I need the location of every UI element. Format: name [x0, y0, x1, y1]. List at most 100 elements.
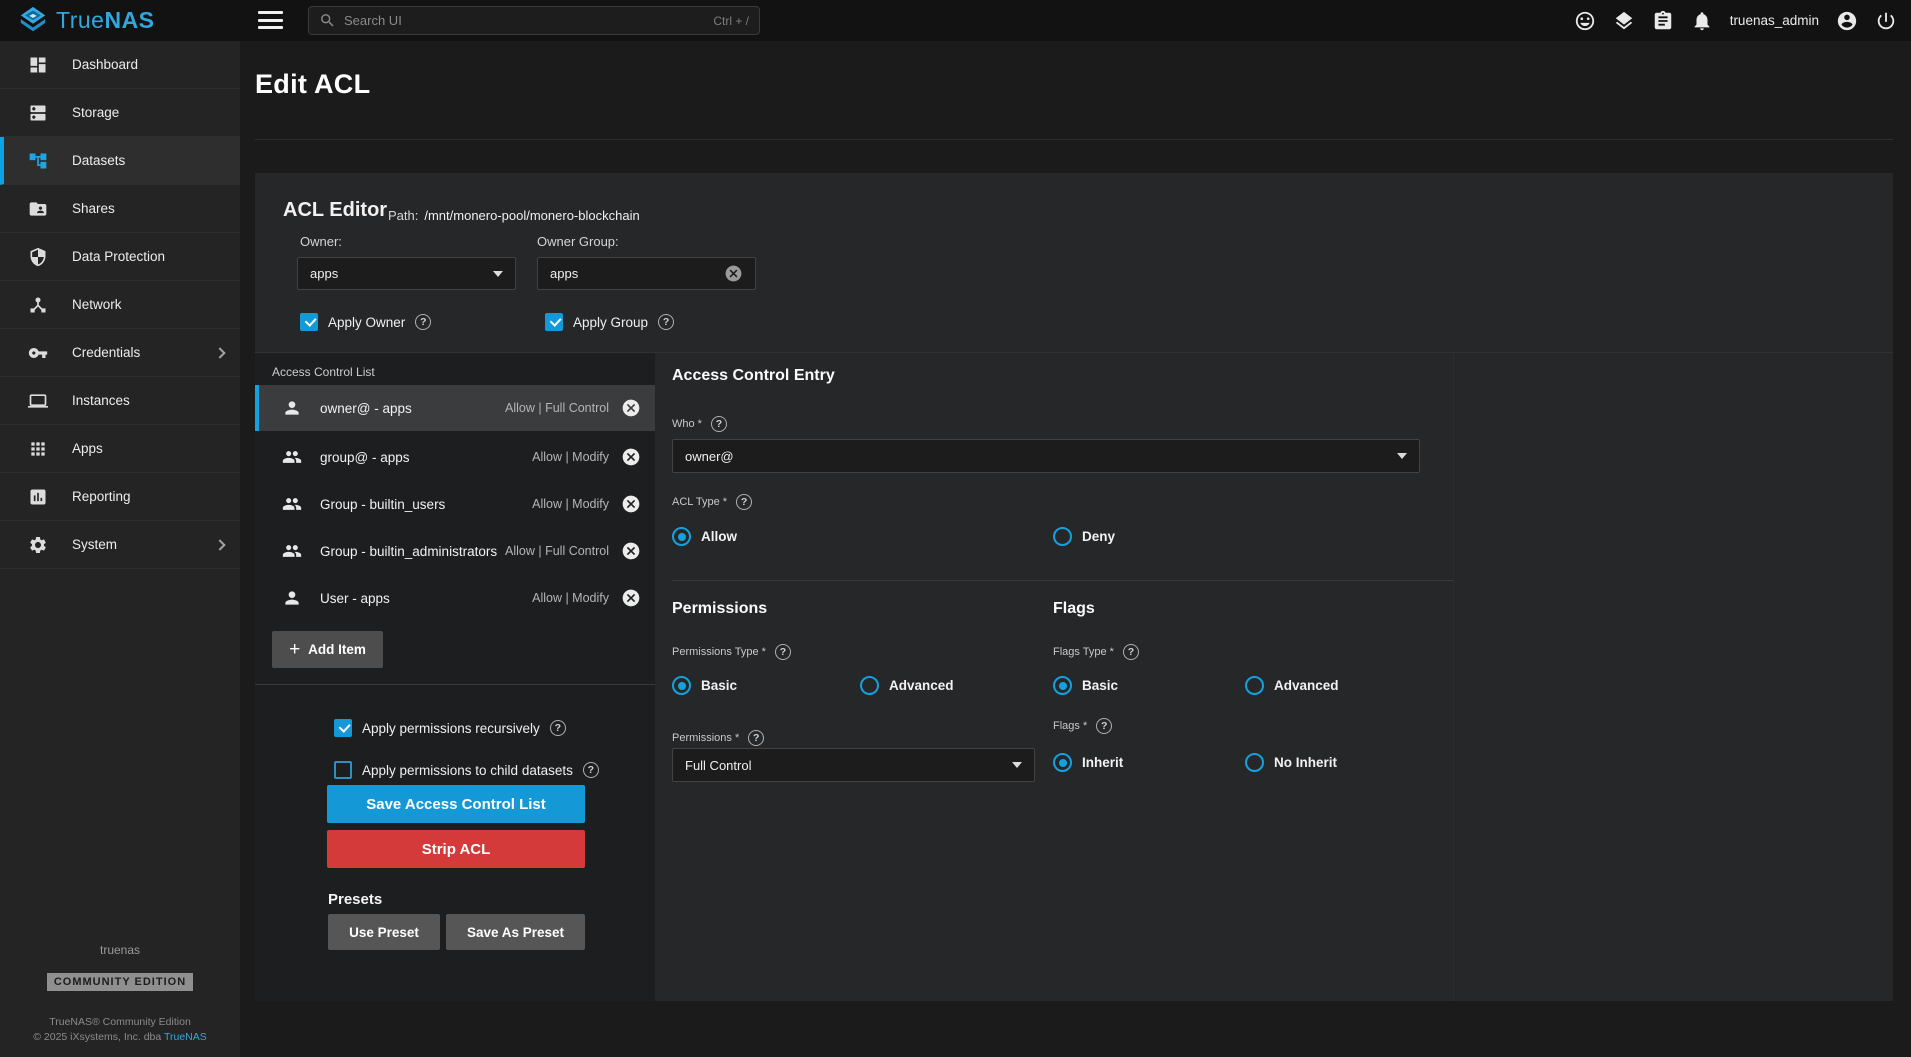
search-shortcut-hint: Ctrl + / [713, 14, 749, 28]
acl-type-allow-radio[interactable]: Allow [672, 527, 737, 546]
acl-entry-row[interactable]: User - apps Allow | Modify [255, 575, 655, 621]
help-icon[interactable]: ? [748, 730, 764, 746]
help-icon[interactable]: ? [736, 494, 752, 510]
flags-type-advanced-radio[interactable]: Advanced [1245, 676, 1339, 695]
apply-to-children-checkbox[interactable] [334, 761, 352, 779]
delete-entry-icon[interactable] [621, 398, 641, 418]
sidebar-item-reporting[interactable]: Reporting [0, 473, 240, 521]
owner-group-input[interactable]: apps [537, 257, 756, 290]
radio-icon [1245, 676, 1264, 695]
acl-entry-summary: Allow | Modify [532, 591, 609, 605]
network-hub-icon [28, 295, 48, 315]
help-icon[interactable]: ? [550, 720, 566, 736]
sidebar-item-storage[interactable]: Storage [0, 89, 240, 137]
acl-entry-row[interactable]: owner@ - apps Allow | Full Control [255, 385, 655, 431]
group-icon [282, 494, 302, 514]
flags-no-inherit-radio[interactable]: No Inherit [1245, 753, 1337, 772]
apply-owner-row: Apply Owner ? [300, 313, 431, 331]
who-select[interactable]: owner@ [672, 439, 1420, 473]
acl-editor-card: ACL Editor Path:/mnt/monero-pool/monero-… [255, 173, 1893, 1001]
help-icon[interactable]: ? [415, 314, 431, 330]
delete-entry-icon[interactable] [621, 588, 641, 608]
sidebar-item-network[interactable]: Network [0, 281, 240, 329]
username-label: truenas_admin [1730, 13, 1819, 28]
plus-icon: + [289, 640, 300, 659]
strip-acl-button[interactable]: Strip ACL [327, 830, 585, 868]
group-icon [282, 541, 302, 561]
flags-type-basic-radio[interactable]: Basic [1053, 676, 1118, 695]
truenas-logo[interactable]: TrueNAS [18, 5, 155, 35]
sidebar-item-shares[interactable]: Shares [0, 185, 240, 233]
save-as-preset-button[interactable]: Save As Preset [446, 914, 585, 950]
permissions-type-basic-radio[interactable]: Basic [672, 676, 737, 695]
help-icon[interactable]: ? [583, 762, 599, 778]
sidebar-toggle-hamburger-icon[interactable] [258, 11, 283, 29]
delete-entry-icon[interactable] [621, 494, 641, 514]
acl-type-deny-radio[interactable]: Deny [1053, 527, 1115, 546]
person-icon [282, 398, 302, 418]
delete-entry-icon[interactable] [621, 447, 641, 467]
truecommand-layers-icon[interactable] [1613, 10, 1635, 32]
footer-edition-line: TrueNAS® Community Edition [0, 1015, 240, 1030]
jobs-clipboard-icon[interactable] [1652, 10, 1674, 32]
flags-inherit-radio[interactable]: Inherit [1053, 753, 1123, 772]
global-search[interactable]: Ctrl + / [308, 6, 760, 35]
help-icon[interactable]: ? [1096, 718, 1112, 734]
hostname-label: truenas [0, 943, 240, 957]
sidebar-item-instances[interactable]: Instances [0, 377, 240, 425]
feedback-smiley-icon[interactable] [1574, 10, 1596, 32]
flags-label: Flags *? [1053, 718, 1112, 734]
apply-group-checkbox[interactable] [545, 313, 563, 331]
help-icon[interactable]: ? [658, 314, 674, 330]
permissions-select[interactable]: Full Control [672, 748, 1035, 782]
help-icon[interactable]: ? [1123, 644, 1139, 660]
shares-folder-icon [28, 199, 48, 219]
brand-text: TrueNAS [56, 7, 155, 34]
sidebar-item-credentials[interactable]: Credentials [0, 329, 240, 377]
apply-group-label: Apply Group [573, 315, 648, 330]
sidebar-item-data-protection[interactable]: Data Protection [0, 233, 240, 281]
user-avatar-icon[interactable] [1836, 10, 1858, 32]
apply-recursively-checkbox[interactable] [334, 719, 352, 737]
permissions-title: Permissions [672, 600, 767, 618]
add-item-button[interactable]: + Add Item [272, 631, 383, 668]
chevron-right-icon [214, 539, 225, 550]
sidebar-item-apps[interactable]: Apps [0, 425, 240, 473]
truenas-logo-icon [18, 5, 48, 35]
group-icon [282, 447, 302, 467]
sidebar-item-dashboard[interactable]: Dashboard [0, 41, 240, 89]
acl-editor-title: ACL Editor [283, 199, 387, 222]
owner-select[interactable]: apps [297, 257, 516, 290]
main-content: Edit ACL ACL Editor Path:/mnt/monero-poo… [240, 41, 1911, 1057]
apply-owner-checkbox[interactable] [300, 313, 318, 331]
acl-entry-row[interactable]: Group - builtin_users Allow | Modify [255, 481, 655, 527]
datasets-tree-icon [28, 151, 48, 171]
search-input[interactable] [344, 13, 713, 28]
owner-group-label: Owner Group: [537, 234, 619, 249]
owner-label: Owner: [300, 234, 342, 249]
help-icon[interactable]: ? [775, 644, 791, 660]
acl-entry-row[interactable]: group@ - apps Allow | Modify [255, 434, 655, 480]
acl-entry-who: Group - builtin_administrators [320, 544, 497, 559]
help-icon[interactable]: ? [711, 416, 727, 432]
use-preset-button[interactable]: Use Preset [328, 914, 440, 950]
storage-icon [28, 103, 48, 123]
acl-entry-row[interactable]: Group - builtin_administrators Allow | F… [255, 528, 655, 574]
footer-truenas-link[interactable]: TrueNAS [164, 1031, 207, 1043]
delete-entry-icon[interactable] [621, 541, 641, 561]
sidebar-item-label: Instances [72, 393, 130, 408]
alerts-bell-icon[interactable] [1691, 10, 1713, 32]
sidebar-footer: truenas COMMUNITY EDITION TrueNAS® Commu… [0, 943, 240, 1045]
radio-icon [1053, 753, 1072, 772]
power-icon[interactable] [1875, 10, 1897, 32]
acl-entry-summary: Allow | Modify [532, 497, 609, 511]
acl-list-title: Access Control List [272, 365, 375, 379]
apply-owner-label: Apply Owner [328, 315, 405, 330]
clear-input-icon[interactable] [724, 264, 743, 283]
save-acl-button[interactable]: Save Access Control List [327, 785, 585, 823]
permissions-type-advanced-radio[interactable]: Advanced [860, 676, 954, 695]
sidebar-item-label: Dashboard [72, 57, 138, 72]
search-icon [319, 12, 336, 29]
sidebar-item-system[interactable]: System [0, 521, 240, 569]
sidebar-item-datasets[interactable]: Datasets [0, 137, 240, 185]
